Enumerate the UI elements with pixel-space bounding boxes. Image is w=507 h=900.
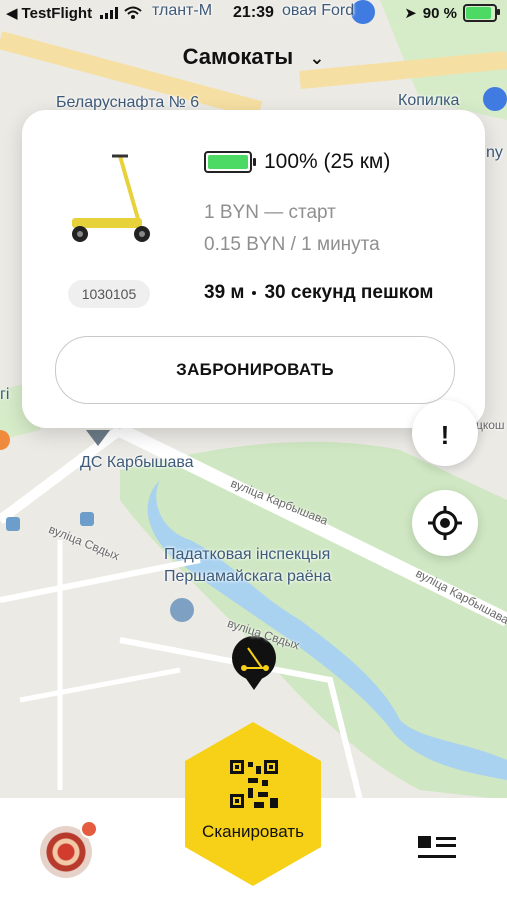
vehicle-battery-icon xyxy=(204,151,256,173)
map-label-partial-2: гі xyxy=(0,386,10,403)
walk-info: 39 м 30 секунд пешком xyxy=(204,282,433,304)
vehicle-battery-text: 100% (25 км) xyxy=(264,150,391,173)
map-label-partial-3: цкош xyxy=(476,418,505,432)
poi-metro-icon[interactable] xyxy=(80,512,94,526)
category-selector[interactable]: Самокаты ⌄ xyxy=(0,44,507,70)
location-arrow-icon: ➤ xyxy=(404,5,417,22)
poi-bus-icon[interactable] xyxy=(6,517,20,531)
map-label-ds-karbysheva: ДС Карбышава xyxy=(80,454,194,471)
poi-shop-marker[interactable] xyxy=(483,87,507,111)
scan-label: Сканировать xyxy=(202,822,304,841)
battery-percent: 90 % xyxy=(422,4,457,22)
status-bar: ◀ TestFlight 21:39 ➤ 90 % xyxy=(0,0,507,28)
poi-tax-office-marker[interactable] xyxy=(170,598,194,622)
crosshair-icon xyxy=(428,506,462,540)
chevron-down-icon: ⌄ xyxy=(309,47,325,68)
map-label-kopilka: Копилка xyxy=(398,92,460,109)
map-label-partial: ny xyxy=(486,144,503,161)
battery-icon xyxy=(463,4,500,22)
vehicle-id-badge: 1030105 xyxy=(68,280,150,308)
price-per-minute: 0.15 BYN / 1 минута xyxy=(204,234,380,255)
qr-code-icon xyxy=(230,760,278,808)
reserve-button[interactable]: ЗАБРОНИРОВАТЬ xyxy=(55,336,455,404)
locate-me-button[interactable] xyxy=(412,490,478,556)
info-button[interactable]: ! xyxy=(412,400,478,466)
walk-distance: 39 м xyxy=(204,282,245,303)
price-start: 1 BYN — старт xyxy=(204,202,336,223)
scan-button[interactable] xyxy=(178,718,328,890)
vehicle-info-card: 1030105 100% (25 км) 1 BYN — старт 0.15 … xyxy=(22,110,485,428)
exclamation-icon: ! xyxy=(440,420,450,450)
scooter-image xyxy=(72,154,150,242)
category-label: Самокаты xyxy=(182,44,294,69)
vehicle-battery-fill xyxy=(208,155,249,169)
separator-dot xyxy=(252,291,257,295)
menu-list-icon[interactable] xyxy=(418,836,456,864)
map-label-tax-office-1: Падатковая інспекцыя xyxy=(164,546,331,563)
notification-dot xyxy=(80,820,98,838)
battery-fill xyxy=(466,7,492,19)
map-label-tax-office-2: Першамайскага раёна xyxy=(164,568,332,585)
walk-time: 30 секунд пешком xyxy=(264,282,434,303)
